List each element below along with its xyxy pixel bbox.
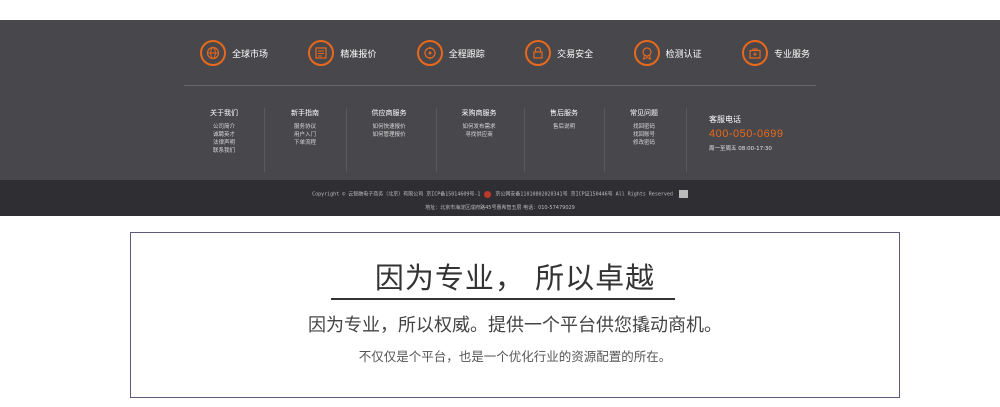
column-title: 关于我们 [210, 109, 238, 117]
footer-column-about: 关于我们 公司简介 诚聘英才 法律声明 联系我们 [184, 108, 264, 155]
footer-link[interactable]: 售后说明 [524, 123, 604, 131]
column-title: 售后服务 [550, 109, 578, 117]
feature-trade-security[interactable]: 交易安全 [525, 40, 593, 66]
footer-link[interactable]: 找回密码 [604, 123, 684, 131]
slogan-title: 因为专业， 所以卓越 [374, 261, 656, 295]
column-separator [436, 108, 437, 172]
license-seal-icon[interactable] [678, 190, 688, 198]
feature-label: 全程跟踪 [448, 49, 485, 60]
footer-link[interactable]: 诚聘英才 [184, 131, 264, 139]
column-title: 供应商服务 [371, 109, 407, 117]
site-footer: 全球市场 精准报价 全程跟踪 交易安全 检测认证 专业服务 关于我们 公司简介 … [0, 20, 1000, 216]
footer-link[interactable]: 如何快速报价 [349, 123, 429, 131]
footer-column-buyer: 采购商服务 如何发布需求 寻找供应商 [439, 108, 519, 139]
report-icon [308, 40, 335, 66]
footer-column-supplier: 供应商服务 如何快速报价 如何管理报价 [349, 108, 429, 139]
column-separator [346, 108, 347, 172]
footer-link[interactable]: 修改密码 [604, 139, 684, 147]
feature-label: 检测认证 [665, 49, 702, 60]
footer-column-aftersales: 售后服务 售后说明 [524, 108, 604, 131]
feature-global-market[interactable]: 全球市场 [200, 40, 268, 66]
feature-certification[interactable]: 检测认证 [633, 40, 702, 66]
globe-icon [200, 40, 226, 66]
column-title: 采购商服务 [461, 109, 497, 117]
copyright-line: Copyright © 云智融电子商务（北京）有限公司 京ICP备1501460… [0, 190, 1000, 198]
column-title: 新手指南 [291, 109, 319, 117]
footer-link[interactable]: 服务协议 [265, 123, 345, 131]
copyright-text: Copyright © 云智融电子商务（北京）有限公司 京ICP备1501460… [312, 191, 481, 198]
track-icon [416, 40, 443, 66]
lock-icon [525, 40, 552, 66]
feature-label: 全球市场 [232, 49, 269, 60]
footer-link[interactable]: 用户入门 [265, 131, 345, 139]
badge-icon [633, 40, 660, 66]
copyright-text-2: 京公网安备11010802020341号 京ICP证150446号 All Ri… [495, 191, 673, 198]
column-separator [686, 108, 687, 172]
slogan-underline [331, 298, 675, 300]
footer-column-guide: 新手指南 服务协议 用户入门 下单流程 [265, 108, 345, 147]
feature-label: 专业服务 [773, 49, 810, 60]
address-line: 地址：北京市海淀区成府路45号惠希智五层 电话：010-57479029 [425, 205, 575, 211]
footer-link[interactable]: 如何管理报价 [349, 131, 429, 139]
slogan-subtitle: 因为专业，所以权威。提供一个平台供您撬动商机。 [308, 315, 722, 336]
footer-link[interactable]: 公司简介 [184, 123, 264, 131]
feature-row: 全球市场 精准报价 全程跟踪 交易安全 检测认证 专业服务 [200, 35, 810, 71]
footer-link[interactable]: 找回账号 [604, 131, 684, 139]
footer-link[interactable]: 法律声明 [184, 139, 264, 147]
feature-label: 交易安全 [557, 49, 594, 60]
service-hotline: 客服电话 400-050-0699 周一至周五 08:00-17:30 [709, 114, 784, 152]
column-title: 常见问题 [630, 109, 658, 117]
hotline-number[interactable]: 400-050-0699 [709, 128, 784, 140]
feature-precise-quote[interactable]: 精准报价 [308, 40, 376, 66]
footer-link-columns: 关于我们 公司简介 诚聘英才 法律声明 联系我们 新手指南 服务协议 用户入门 … [184, 108, 816, 178]
police-emblem-icon [484, 190, 492, 198]
footer-link[interactable]: 如何发布需求 [439, 123, 519, 131]
footer-divider [184, 85, 816, 86]
feature-professional-service[interactable]: 专业服务 [741, 40, 810, 66]
hotline-hours: 周一至周五 08:00-17:30 [709, 146, 772, 152]
slogan-description: 不仅仅是个平台，也是一个优化行业的资源配置的所在。 [358, 349, 672, 364]
footer-link[interactable]: 联系我们 [184, 147, 264, 155]
footer-column-faq: 常见问题 找回密码 找回账号 修改密码 [604, 108, 684, 147]
briefcase-icon [741, 40, 768, 66]
footer-link[interactable]: 下单流程 [265, 139, 345, 147]
hotline-title: 客服电话 [709, 115, 741, 124]
copyright-bar: Copyright © 云智融电子商务（北京）有限公司 京ICP备1501460… [0, 180, 1000, 216]
footer-link[interactable]: 寻找供应商 [439, 131, 519, 139]
feature-full-tracking[interactable]: 全程跟踪 [416, 40, 485, 66]
feature-label: 精准报价 [340, 49, 377, 60]
slogan-panel: 因为专业， 所以卓越 因为专业，所以权威。提供一个平台供您撬动商机。 不仅仅是个… [130, 232, 900, 398]
